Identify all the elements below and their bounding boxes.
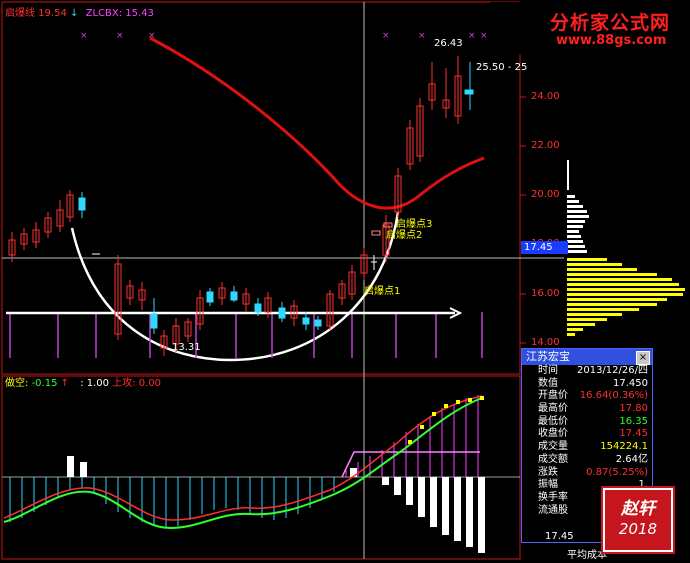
second-value: : 1.00 — [80, 378, 110, 389]
svg-text:×: × — [382, 31, 390, 41]
range-label: 25.50 - 25 — [476, 62, 528, 73]
panel-row-key: 振幅 — [538, 479, 558, 491]
price-tick: 22.00 — [531, 140, 560, 151]
line2-value: 15.43 — [125, 8, 154, 19]
price-tick: 24.00 — [531, 91, 560, 102]
line1-label: 启爆线 — [5, 8, 35, 19]
arrow-down-icon: ↓ — [70, 8, 79, 19]
panel-row-value: 154224.1 — [600, 441, 648, 453]
attack-label: 上攻: — [112, 378, 136, 389]
low-label: 13.31 — [172, 342, 201, 353]
short-value: -0.15 — [31, 378, 58, 389]
panel-row: 数值 17.450 — [522, 378, 652, 391]
red-curve — [149, 36, 485, 210]
panel-row-key: 成交额 — [538, 453, 568, 465]
panel-row-value: 2.64亿 — [615, 453, 648, 465]
panel-row: 时间 2013/12/26/四 — [522, 365, 652, 378]
high-label: 26.43 — [434, 38, 463, 49]
stamp-year: 2018 — [618, 520, 658, 538]
panel-row: 收盘价 17.45 — [522, 428, 652, 441]
attack-value: 0.00 — [138, 378, 162, 389]
panel-row: 开盘价 16.64(0.36%) — [522, 390, 652, 403]
price-axis-ticks — [520, 96, 526, 344]
panel-row: 涨跌 0.87(5.25%) — [522, 467, 652, 480]
lower-pink-box — [341, 451, 480, 478]
volume-profile — [567, 160, 685, 336]
panel-row-key: 收盘价 — [538, 428, 568, 440]
svg-text:×: × — [80, 31, 88, 41]
panel-row-key: 换手率 — [538, 491, 568, 503]
signal-point-1: 启爆点1 — [364, 286, 401, 297]
price-tick: 20.00 — [531, 189, 560, 200]
upper-volume-bars — [9, 312, 483, 358]
lower-magenta-bars — [345, 395, 479, 477]
svg-text:×: × — [418, 31, 426, 41]
brand-name: 分析家公式网 — [550, 12, 671, 34]
line1-value: 19.54 — [38, 8, 67, 19]
lower-indicator-header: 做空: -0.15 ↑ : 1.00 上攻: 0.00 — [5, 378, 161, 390]
stamp-name: 赵轩 — [621, 499, 655, 519]
panel-row-value: 16.35 — [619, 415, 648, 427]
panel-row-key: 时间 — [538, 365, 558, 376]
panel-row: 成交额 2.64亿 — [522, 454, 652, 467]
panel-row-value: 17.450 — [613, 377, 648, 389]
bottom-price: 17.45 — [545, 531, 574, 542]
signature-stamp: 赵轩 2018 — [601, 486, 675, 554]
svg-text:×: × — [480, 31, 488, 41]
close-icon[interactable]: × — [636, 351, 650, 365]
price-tick: 16.00 — [531, 288, 560, 299]
arrow-up-icon: ↑ — [60, 378, 70, 389]
panel-title: 江苏宏宝 — [526, 350, 570, 363]
current-price-tag: 17.45 — [521, 241, 568, 254]
panel-row-key: 开盘价 — [538, 390, 568, 402]
panel-header[interactable]: 江苏宏宝 × — [522, 349, 652, 365]
indicator-header: 启爆线 19.54 ↓ ZLCBX: 15.43 — [5, 8, 154, 20]
panel-row-value: 2013/12/26/四 — [576, 365, 648, 376]
panel-row-key: 流通股 — [538, 504, 568, 516]
panel-row: 成交量 154224.1 — [522, 441, 652, 454]
panel-row-value: 17.45 — [619, 428, 648, 440]
line2-label: ZLCBX: — [85, 8, 123, 19]
short-label: 做空: — [5, 378, 29, 389]
panel-row-key: 最低价 — [538, 415, 568, 427]
signal-point-3: 启爆点3 — [396, 219, 433, 230]
panel-row-value: 0.87(5.25%) — [586, 466, 648, 478]
brand-logo: 分析家公式网 www.88gs.com — [490, 2, 686, 54]
panel-row: 最低价 16.35 — [522, 416, 652, 429]
panel-row-value: 16.64(0.36%) — [579, 390, 648, 402]
brand-url: www.88gs.com — [556, 33, 667, 48]
panel-row-value: 17.80 — [619, 403, 648, 415]
panel-row-key: 涨跌 — [538, 466, 558, 478]
panel-row-key: 数值 — [538, 377, 558, 389]
support-arrow — [6, 307, 463, 319]
panel-row-key: 成交量 — [538, 441, 568, 453]
svg-text:×: × — [468, 31, 476, 41]
svg-text:×: × — [116, 31, 124, 41]
average-cost-label: 平均成本 — [567, 550, 607, 561]
panel-row: 最高价 17.80 — [522, 403, 652, 416]
panel-row-key: 最高价 — [538, 403, 568, 415]
signal-point-2: 启爆点2 — [386, 230, 423, 241]
